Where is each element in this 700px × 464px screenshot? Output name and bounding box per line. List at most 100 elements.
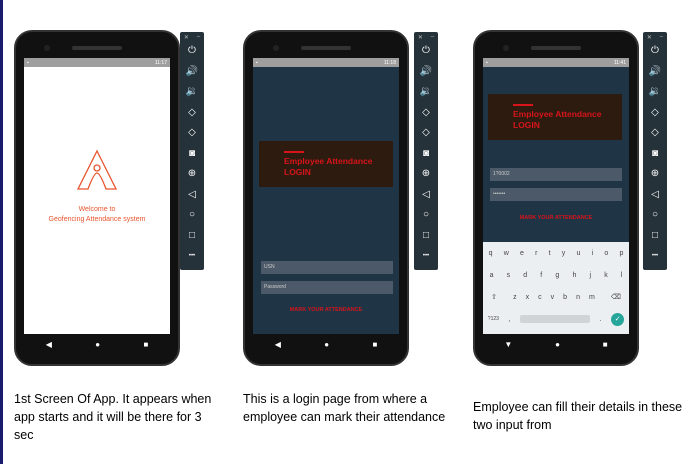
camera-icon[interactable]: ◙ [652, 144, 658, 165]
home-icon[interactable]: ● [95, 340, 100, 349]
key[interactable]: u [576, 250, 580, 257]
phone-login: ▪ 11:18 Employee Attendance LOGIN USN Pass… [243, 30, 409, 366]
volume-up-icon[interactable]: 🔊 [649, 62, 661, 83]
screen: ▪ 11:18 Employee Attendance LOGIN USN Pass… [253, 58, 399, 334]
power-icon[interactable]: ⏻ [422, 41, 430, 62]
overview-icon[interactable]: □ [652, 226, 658, 247]
hide-keyboard-icon[interactable]: ▼ [504, 340, 512, 349]
key[interactable]: n [576, 294, 580, 301]
left-edge-bar [0, 0, 3, 464]
key[interactable]: o [604, 250, 608, 257]
status-time: 11:17 [154, 59, 167, 66]
volume-down-icon[interactable]: 🔉 [649, 82, 661, 103]
mark-attendance-button[interactable]: MARK YOUR ATTENDANCE [483, 215, 629, 221]
recents-icon[interactable]: ■ [603, 340, 608, 349]
minimize-icon[interactable]: – [660, 34, 663, 41]
rotate-right-icon[interactable]: ◇ [651, 123, 659, 144]
home-icon[interactable]: ○ [189, 205, 195, 226]
key[interactable]: g [555, 272, 559, 279]
close-icon[interactable]: ✕ [418, 34, 423, 41]
more-icon[interactable]: ••• [423, 246, 429, 267]
home-icon[interactable]: ● [324, 340, 329, 349]
key[interactable]: c [538, 294, 542, 301]
key[interactable]: s [507, 272, 511, 279]
key[interactable]: p [619, 250, 623, 257]
close-icon[interactable]: ✕ [647, 34, 652, 41]
key[interactable]: w [504, 250, 509, 257]
home-icon[interactable]: ● [555, 340, 560, 349]
key[interactable]: x [526, 294, 530, 301]
key[interactable]: f [540, 272, 542, 279]
status-bar: ▪ 11:18 [253, 58, 399, 67]
key[interactable]: b [563, 294, 567, 301]
key[interactable]: y [562, 250, 566, 257]
zoom-icon[interactable]: ⊕ [422, 164, 430, 185]
minimize-icon[interactable]: – [431, 34, 434, 41]
back-icon[interactable]: ◁ [422, 185, 430, 206]
back-icon[interactable]: ◀ [275, 340, 281, 349]
key[interactable]: v [551, 294, 555, 301]
more-icon[interactable]: ••• [189, 246, 195, 267]
splash-screen: Welcome to Geofencing Attendance system [24, 67, 170, 334]
space-bar[interactable] [520, 315, 591, 323]
power-icon[interactable]: ⏻ [188, 41, 196, 62]
camera [503, 45, 509, 51]
rotate-right-icon[interactable]: ◇ [422, 123, 430, 144]
keyboard-row: asdfghjkl [483, 264, 629, 286]
key[interactable]: j [589, 272, 591, 279]
banner-title: Employee Attendance [513, 109, 602, 119]
rotate-left-icon[interactable]: ◇ [422, 103, 430, 124]
rotate-right-icon[interactable]: ◇ [188, 123, 196, 144]
key[interactable]: t [549, 250, 551, 257]
key[interactable]: z [513, 294, 517, 301]
password-input[interactable]: ••••••• [490, 188, 622, 201]
rotate-left-icon[interactable]: ◇ [651, 103, 659, 124]
mark-attendance-button[interactable]: MARK YOUR ATTENDANCE [253, 307, 399, 313]
recents-icon[interactable]: ■ [143, 340, 148, 349]
zoom-icon[interactable]: ⊕ [651, 164, 659, 185]
back-icon[interactable]: ◀ [46, 340, 52, 349]
volume-down-icon[interactable]: 🔉 [420, 82, 432, 103]
usn-input[interactable]: USN [261, 261, 393, 274]
key[interactable]: h [572, 272, 576, 279]
overview-icon[interactable]: □ [423, 226, 429, 247]
key[interactable]: e [520, 250, 524, 257]
more-icon[interactable]: ••• [652, 246, 658, 267]
phone-splash: ▪ 11:17 Welcome to Geofencing Attendance s… [14, 30, 180, 366]
key[interactable]: i [592, 250, 594, 257]
screen: ▪ 11:41 Employee Attendance LOGIN 1?0002 •… [483, 58, 629, 334]
key[interactable]: l [621, 272, 623, 279]
emulator-toolbar: ✕ – ⏻ 🔊 🔉 ◇ ◇ ◙ ⊕ ◁ ○ □ ••• [180, 32, 204, 270]
status-bar: ▪ 11:41 [483, 58, 629, 67]
camera-icon[interactable]: ◙ [189, 144, 195, 165]
volume-up-icon[interactable]: 🔊 [420, 62, 432, 83]
speaker [72, 46, 122, 50]
backspace-icon[interactable]: ⌫ [611, 293, 621, 301]
status-time: 11:18 [383, 59, 396, 66]
symbols-key[interactable]: ?123 [488, 316, 499, 322]
camera-icon[interactable]: ◙ [423, 144, 429, 165]
back-icon[interactable]: ◁ [188, 185, 196, 206]
key[interactable]: d [523, 272, 527, 279]
shift-icon[interactable]: ⇧ [491, 293, 497, 301]
home-icon[interactable]: ○ [423, 205, 429, 226]
volume-up-icon[interactable]: 🔊 [186, 62, 198, 83]
done-key[interactable]: ✓ [611, 312, 625, 326]
volume-down-icon[interactable]: 🔉 [186, 82, 198, 103]
close-icon[interactable]: ✕ [184, 34, 189, 41]
password-input[interactable]: Password [261, 281, 393, 294]
back-icon[interactable]: ◁ [651, 185, 659, 206]
overview-icon[interactable]: □ [189, 226, 195, 247]
key[interactable]: q [489, 250, 493, 257]
key[interactable]: m [589, 294, 595, 301]
key[interactable]: a [490, 272, 494, 279]
usn-input[interactable]: 1?0002 [490, 168, 622, 181]
power-icon[interactable]: ⏻ [651, 41, 659, 62]
rotate-left-icon[interactable]: ◇ [188, 103, 196, 124]
key[interactable]: k [604, 272, 608, 279]
zoom-icon[interactable]: ⊕ [188, 164, 196, 185]
key[interactable]: r [535, 250, 537, 257]
recents-icon[interactable]: ■ [372, 340, 377, 349]
minimize-icon[interactable]: – [197, 34, 200, 41]
home-icon[interactable]: ○ [652, 205, 658, 226]
